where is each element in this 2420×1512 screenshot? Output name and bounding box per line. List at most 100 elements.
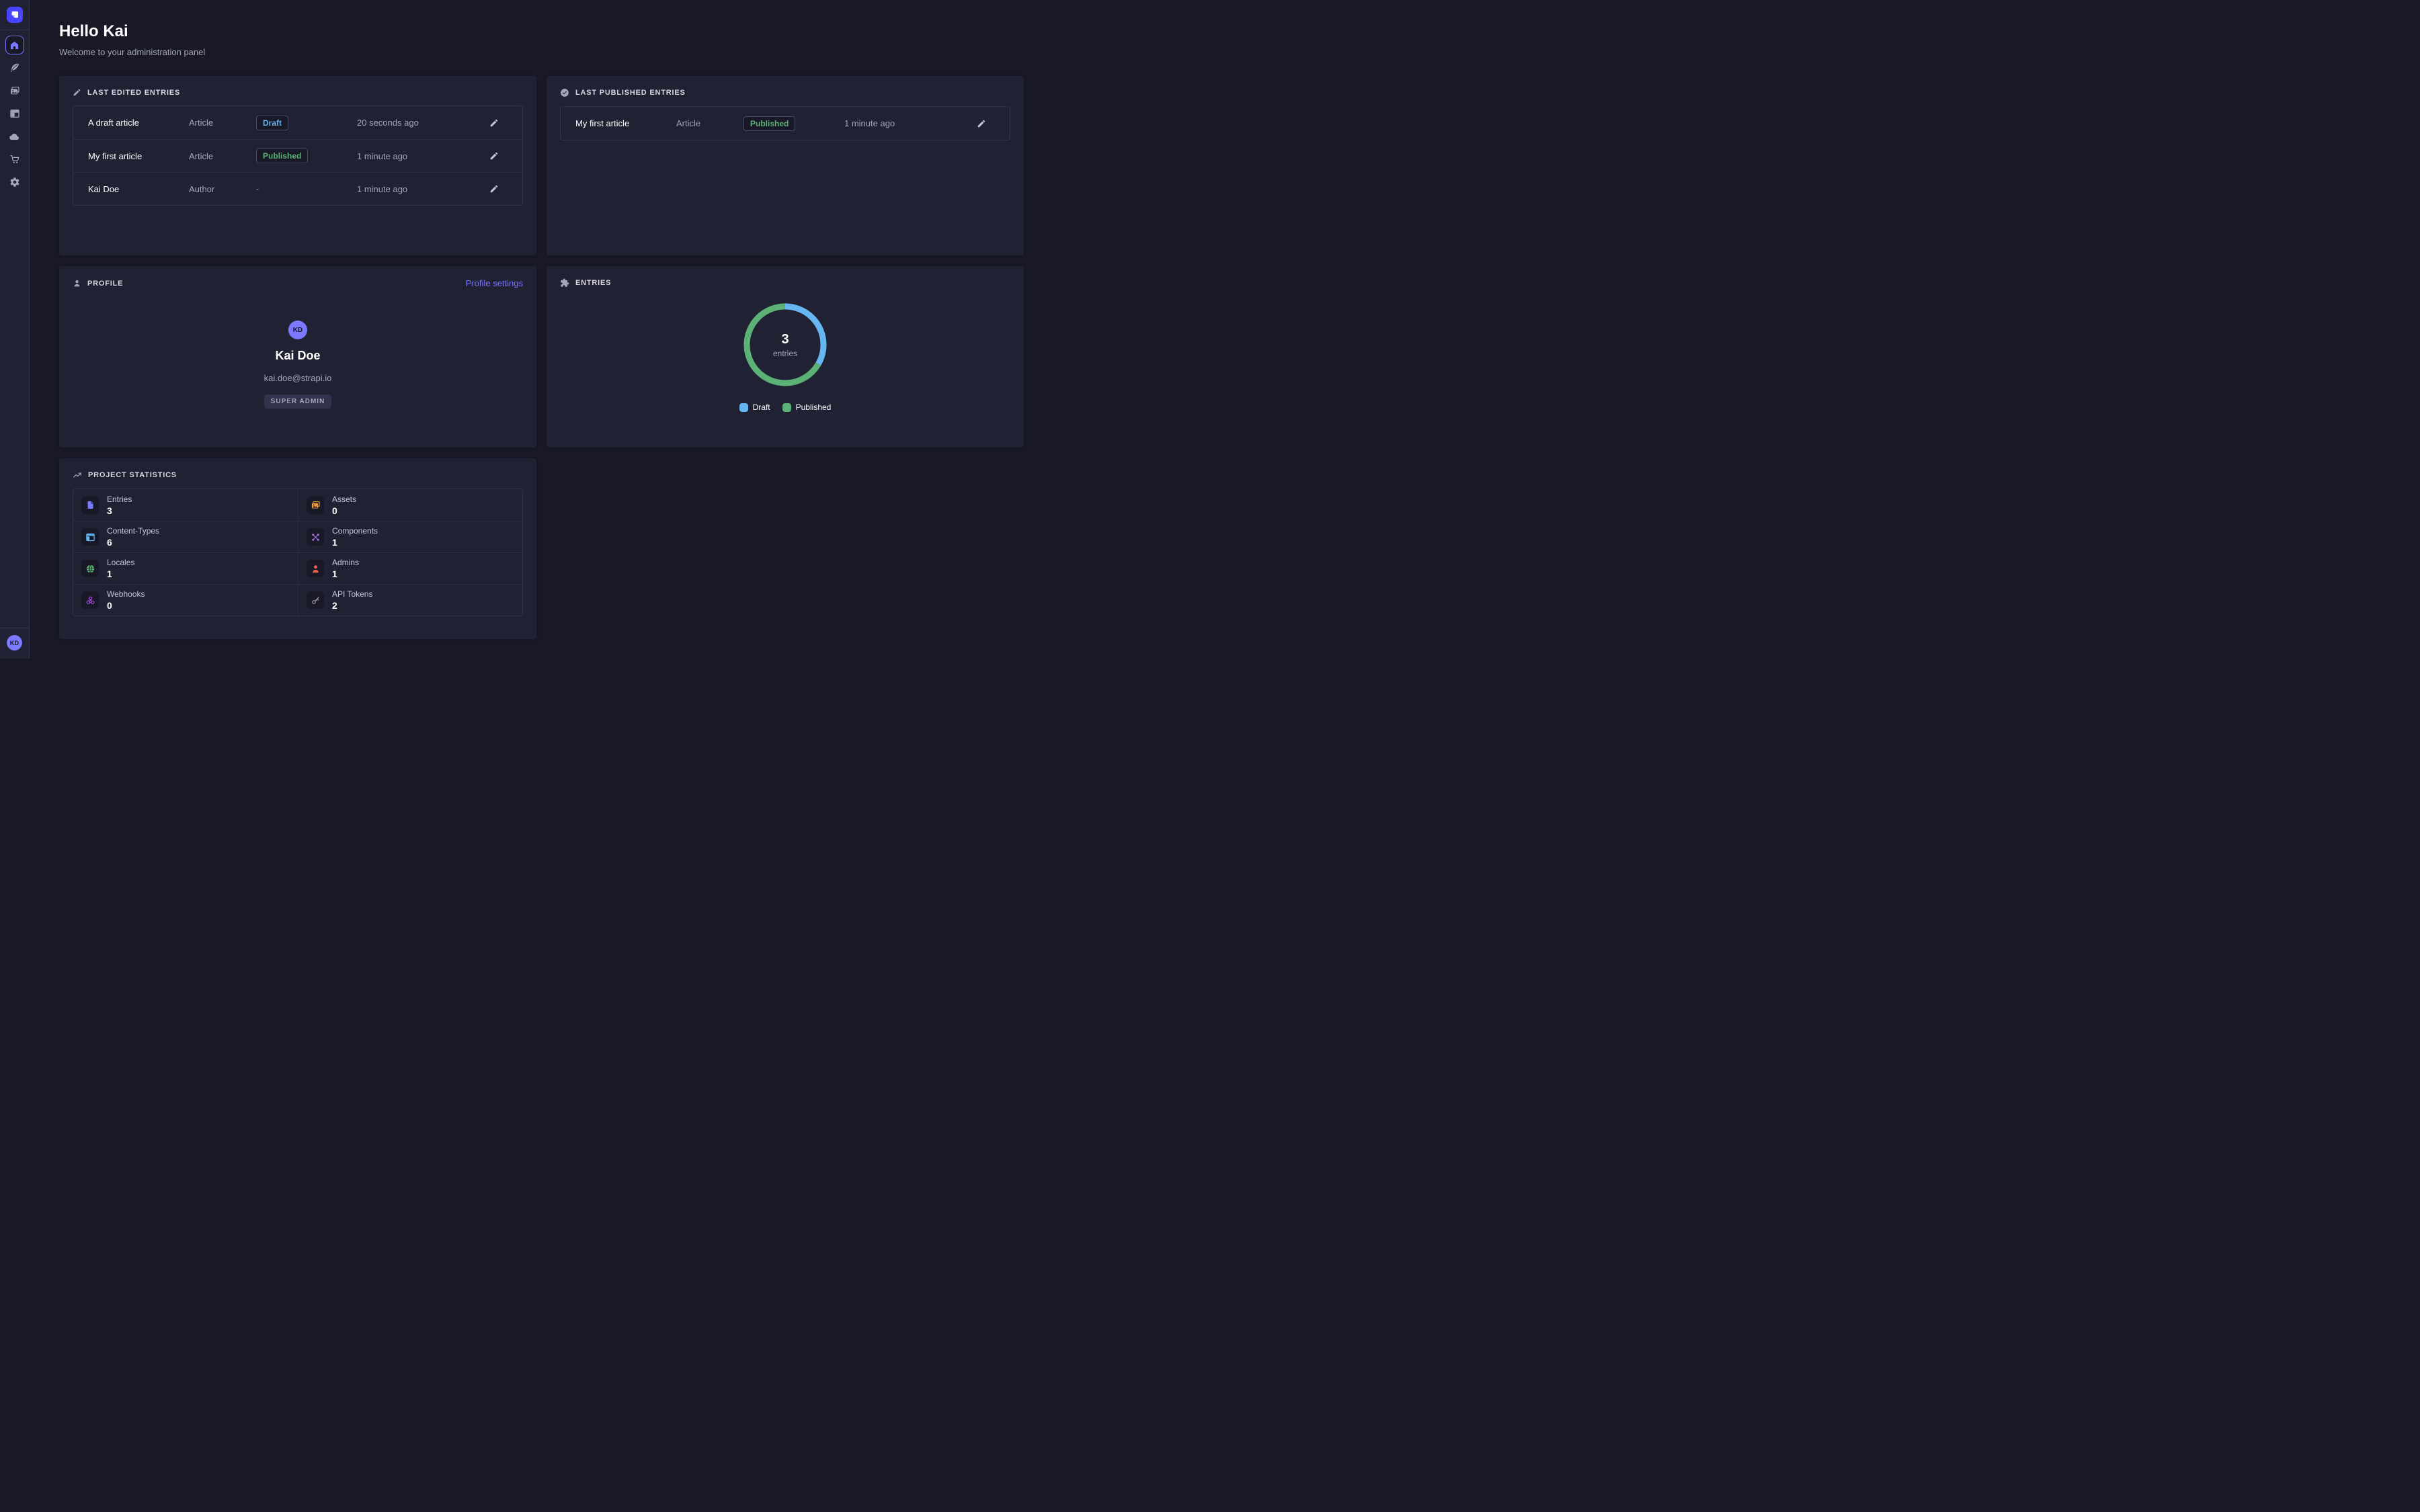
stats-table: Entries 3 Assets (73, 489, 523, 616)
pencil-icon (73, 88, 81, 97)
stat-label: Webhooks (107, 589, 145, 599)
stat-value: 6 (107, 537, 159, 548)
edit-entry-button[interactable] (968, 119, 995, 128)
stat-locales: Locales 1 (73, 552, 298, 584)
stat-label: Components (332, 526, 378, 536)
profile-body: KD Kai Doe kai.doe@strapi.io SUPER ADMIN (73, 288, 523, 409)
table-row[interactable]: Kai Doe Author - 1 minute ago (73, 172, 522, 205)
project-statistics-card: PROJECT STATISTICS Entries 3 (59, 458, 536, 639)
main-content: Hello Kai Welcome to your administration… (30, 0, 1054, 659)
last-edited-header: LAST EDITED ENTRIES (73, 88, 523, 97)
cart-icon (9, 154, 20, 165)
sidebar-item-settings[interactable] (5, 173, 24, 192)
table-row[interactable]: My first article Article Published 1 min… (73, 139, 522, 172)
pencil-icon (977, 119, 986, 128)
entry-name: My first article (88, 151, 189, 161)
profile-name: Kai Doe (275, 349, 320, 363)
stat-value: 2 (332, 600, 372, 611)
last-edited-entries-card: LAST EDITED ENTRIES A draft article Arti… (59, 76, 536, 255)
key-icon (311, 595, 321, 605)
stat-admins: Admins 1 (298, 552, 522, 584)
stat-label: Locales (107, 558, 134, 567)
page-subtitle: Welcome to your administration panel (59, 47, 1024, 57)
donut-center: 3 entries (741, 301, 829, 388)
gear-icon (9, 177, 20, 187)
stat-value: 0 (332, 505, 356, 516)
stat-label: Content-Types (107, 526, 159, 536)
card-title: ENTRIES (575, 279, 611, 287)
feather-icon (9, 62, 20, 73)
legend-label: Draft (753, 403, 770, 412)
sidebar-item-home[interactable] (5, 36, 24, 54)
page-title: Hello Kai (59, 22, 1024, 41)
sidebar-item-content-type-builder[interactable] (5, 104, 24, 123)
card-title: PROFILE (87, 280, 123, 288)
role-badge: SUPER ADMIN (264, 394, 332, 409)
dashboard-grid: LAST EDITED ENTRIES A draft article Arti… (59, 76, 1024, 639)
stat-value: 3 (107, 505, 132, 516)
puzzle-icon (560, 278, 569, 288)
entry-name: My first article (575, 118, 676, 128)
sidebar-item-marketplace[interactable] (5, 150, 24, 169)
edit-entry-button[interactable] (481, 118, 508, 128)
entries-header: ENTRIES (560, 278, 1010, 288)
legend-item-published: Published (782, 403, 832, 412)
stat-api-tokens: API Tokens 2 (298, 584, 522, 616)
legend-label: Published (796, 403, 832, 412)
check-circle-icon (560, 88, 569, 97)
images-icon (311, 500, 321, 510)
sidebar-footer: KD (0, 628, 29, 659)
draft-swatch (739, 403, 748, 412)
sidebar: KD (0, 0, 30, 659)
stat-assets: Assets 0 (298, 489, 522, 521)
stat-content-types: Content-Types 6 (73, 521, 298, 552)
stat-label: API Tokens (332, 589, 372, 599)
status-badge: Published (256, 149, 308, 163)
card-title: LAST EDITED ENTRIES (87, 89, 180, 97)
card-title: LAST PUBLISHED ENTRIES (575, 89, 686, 97)
project-statistics-header: PROJECT STATISTICS (73, 470, 523, 480)
profile-settings-link[interactable]: Profile settings (466, 278, 523, 288)
sidebar-item-media-library[interactable] (5, 81, 24, 100)
nodes-icon (311, 532, 321, 542)
entry-type: Article (189, 151, 256, 161)
status-badge: Published (743, 116, 795, 131)
user-avatar[interactable]: KD (7, 635, 22, 650)
sidebar-item-deploy[interactable] (5, 127, 24, 146)
status-badge: - (256, 184, 259, 194)
stat-components: Components 1 (298, 521, 522, 552)
webhook-icon (85, 595, 95, 605)
sidebar-item-content-manager[interactable] (5, 58, 24, 77)
entry-type: Article (189, 118, 256, 128)
stat-label: Admins (332, 558, 359, 567)
sidebar-nav (5, 36, 24, 192)
entries-chart: 3 entries Draft Published (560, 301, 1010, 412)
edit-entry-button[interactable] (481, 151, 508, 161)
entry-time: 1 minute ago (357, 151, 481, 161)
donut-chart: 3 entries (741, 301, 829, 388)
entry-name: Kai Doe (88, 184, 189, 194)
chart-legend: Draft Published (739, 403, 832, 412)
table-row[interactable]: My first article Article Published 1 min… (561, 107, 1010, 140)
last-published-table: My first article Article Published 1 min… (560, 106, 1010, 140)
entry-time: 1 minute ago (844, 118, 968, 128)
entries-card: ENTRIES 3 entries (547, 266, 1024, 448)
last-edited-table: A draft article Article Draft 20 seconds… (73, 106, 523, 206)
card-title: PROJECT STATISTICS (88, 471, 177, 479)
cloud-icon (9, 131, 20, 142)
entry-type: Author (189, 184, 256, 194)
strapi-logo[interactable] (7, 7, 23, 23)
images-icon (9, 85, 20, 96)
edit-entry-button[interactable] (481, 184, 508, 194)
pencil-icon (489, 184, 499, 194)
stat-entries: Entries 3 (73, 489, 298, 521)
donut-total: 3 (781, 332, 789, 347)
profile-email: kai.doe@strapi.io (264, 373, 332, 383)
trending-up-icon (73, 470, 82, 480)
person-icon (311, 564, 321, 574)
table-row[interactable]: A draft article Article Draft 20 seconds… (73, 106, 522, 139)
profile-card: PROFILE Profile settings KD Kai Doe kai.… (59, 266, 536, 448)
stat-value: 0 (107, 600, 145, 611)
donut-total-label: entries (773, 349, 797, 358)
profile-header: PROFILE Profile settings (73, 278, 523, 288)
